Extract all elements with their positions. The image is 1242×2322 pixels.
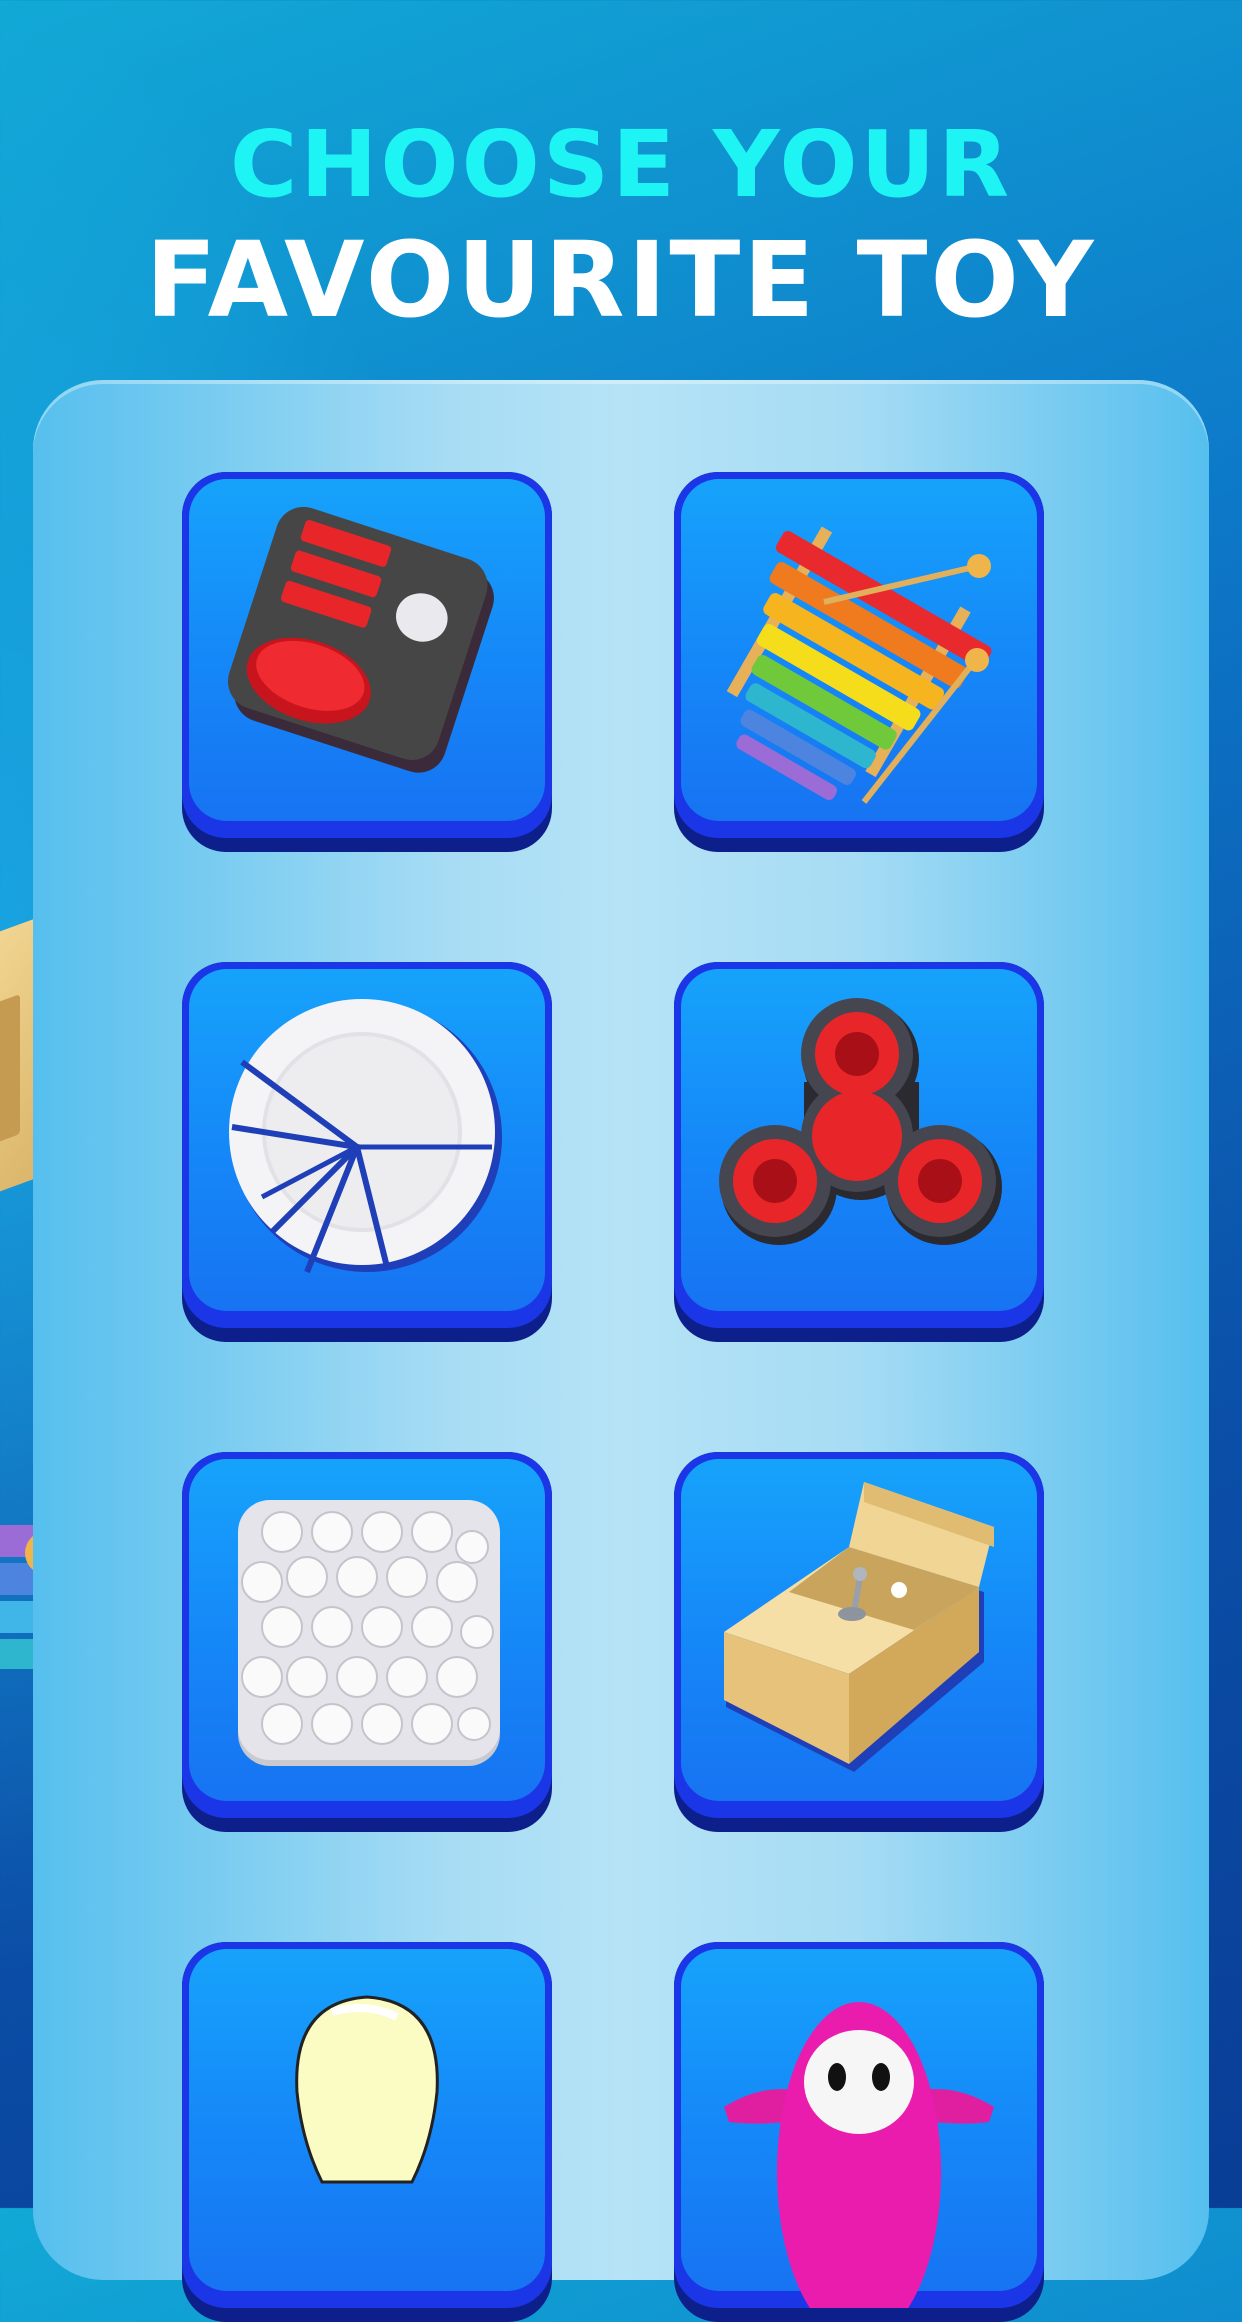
toy-tile-xylophone[interactable] — [674, 472, 1044, 852]
bubble-wrap-icon — [238, 1500, 500, 1766]
toy-tile-light-bulb[interactable] — [182, 1942, 552, 2322]
toy-tile-fidget-cube[interactable] — [182, 472, 552, 852]
jelly-bean-character-icon — [724, 2002, 994, 2308]
toy-tile-bubble-wrap[interactable] — [182, 1452, 552, 1832]
useless-box-icon — [724, 1482, 994, 1772]
title-line-1: CHOOSE YOUR — [229, 111, 1013, 218]
toy-tile-fidget-spinner[interactable] — [674, 962, 1044, 1342]
toy-tile-jelly-bean-character[interactable] — [674, 1942, 1044, 2322]
xylophone-icon — [726, 526, 992, 804]
broken-plate-icon — [229, 999, 502, 1274]
title-line-2: FAVOURITE TOY — [145, 219, 1097, 341]
page-title: CHOOSE YOUR FAVOURITE TOY — [0, 110, 1242, 340]
fidget-cube-icon — [227, 506, 494, 773]
light-bulb-icon — [295, 1995, 439, 2184]
toy-tile-useless-box[interactable] — [674, 1452, 1044, 1832]
fidget-spinner-icon — [719, 998, 1002, 1245]
toy-tile-broken-plate[interactable] — [182, 962, 552, 1342]
